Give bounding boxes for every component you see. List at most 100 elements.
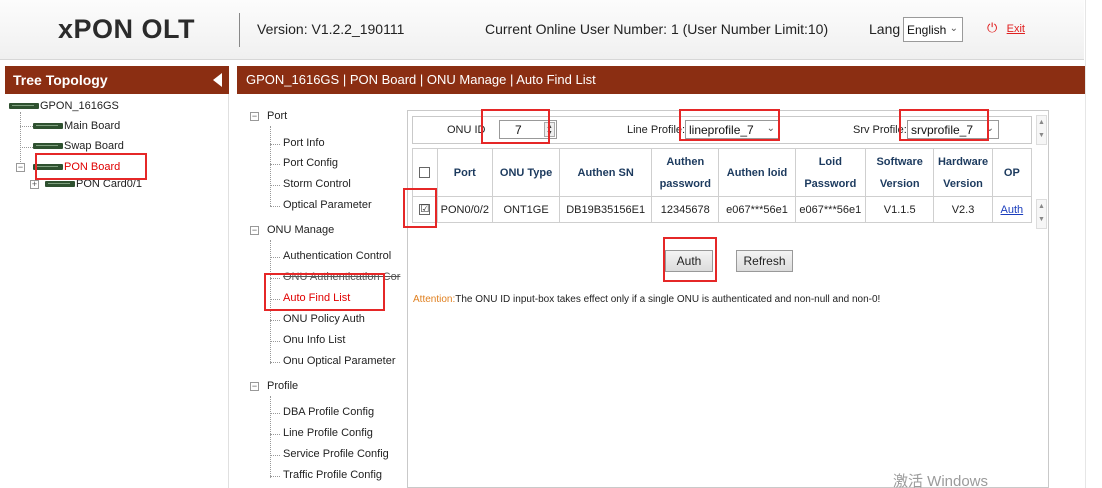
brand-title: xPON OLT xyxy=(58,14,196,44)
menu-onu-info-list[interactable]: Onu Info List xyxy=(283,334,345,346)
cell-loid-password: e067***56e1 xyxy=(794,196,867,223)
tree-node-root[interactable]: GPON_1616GS xyxy=(9,100,119,112)
breadcrumb-bar: GPON_1616GS | PON Board | ONU Manage | A… xyxy=(237,66,1085,94)
highlight-box-pon-board xyxy=(35,153,147,180)
tree-node-root-label: GPON_1616GS xyxy=(40,100,119,112)
scrollbar[interactable]: ▲ ▼ xyxy=(1036,115,1047,145)
select-all-checkbox[interactable] xyxy=(419,167,431,179)
exit-link[interactable]: ⏻ Exit xyxy=(987,20,1025,36)
collapse-toggle-icon[interactable]: − xyxy=(250,382,259,391)
attention-text: The ONU ID input-box takes effect only i… xyxy=(455,294,881,305)
col-authen-loid: Authen loid xyxy=(718,148,796,197)
tree-node-swap-board-label: Swap Board xyxy=(64,140,124,152)
card-icon xyxy=(45,181,75,188)
highlight-box-line-profile xyxy=(679,109,780,141)
tree-line xyxy=(270,341,280,342)
menu-port-config[interactable]: Port Config xyxy=(283,157,338,169)
menu-group-port[interactable]: Port xyxy=(267,110,287,122)
menu-port-info[interactable]: Port Info xyxy=(283,137,325,149)
tree-topology-bar: Tree Topology xyxy=(5,66,229,94)
col-loid-password-line1: Loid xyxy=(818,155,842,168)
col-software-version-line1: Software xyxy=(876,155,923,168)
col-authen-password-line1: Authen xyxy=(666,155,705,168)
tree-node-main-board[interactable]: Main Board xyxy=(33,120,120,132)
line-profile-label: Line Profile: xyxy=(627,124,686,136)
highlight-box-onu-id xyxy=(481,109,550,144)
col-loid-password-line2: Password xyxy=(804,177,857,190)
collapse-arrow-icon[interactable] xyxy=(213,73,222,87)
exit-label: Exit xyxy=(1006,23,1025,35)
cell-hardware-version: V2.3 xyxy=(933,196,993,223)
menu-traffic-profile-config[interactable]: Traffic Profile Config xyxy=(283,469,382,481)
attention-prefix: Attention: xyxy=(413,294,456,305)
version-text: Version: V1.2.2_190111 xyxy=(257,21,405,37)
language-select-value: English xyxy=(907,23,947,37)
online-users-text: Current Online User Number: 1 (User Numb… xyxy=(485,21,829,37)
breadcrumb: GPON_1616GS | PON Board | ONU Manage | A… xyxy=(246,72,596,87)
menu-onu-policy-auth[interactable]: ONU Policy Auth xyxy=(283,313,365,325)
col-hardware-version-line1: Hardware xyxy=(937,155,989,168)
col-port: Port xyxy=(436,148,493,197)
power-icon: ⏻ xyxy=(987,20,998,35)
tree-line xyxy=(270,126,271,206)
tree-line xyxy=(270,455,280,456)
tree-line xyxy=(270,206,280,207)
windows-activation-watermark: 激活 Windows xyxy=(893,473,989,488)
collapse-toggle-icon[interactable]: − xyxy=(250,112,259,121)
lang-label: Lang xyxy=(869,21,901,37)
auth-link[interactable]: Auth xyxy=(1001,204,1024,216)
tree-line xyxy=(270,320,280,321)
tree-line xyxy=(270,476,280,477)
col-authen-password: Authen password xyxy=(651,148,720,197)
table-row: ☑ PON0/0/2 ONT1GE DB19B35156E1 12345678 … xyxy=(412,196,1033,223)
menu-onu-optical-parameter[interactable]: Onu Optical Parameter xyxy=(283,355,396,367)
header-divider xyxy=(239,13,240,47)
cell-authen-sn: DB19B35156E1 xyxy=(559,196,653,223)
auto-find-table: Port ONU Type Authen SN Authen password A… xyxy=(412,148,1033,223)
menu-storm-control[interactable]: Storm Control xyxy=(283,178,351,190)
right-edge-strip xyxy=(1085,0,1102,488)
col-onu-type: ONU Type xyxy=(491,148,561,197)
refresh-button[interactable]: Refresh xyxy=(736,250,793,272)
tree-line xyxy=(270,164,280,165)
menu-authentication-control[interactable]: Authentication Control xyxy=(283,250,391,262)
tree-line xyxy=(270,257,280,258)
col-authen-sn: Authen SN xyxy=(559,148,653,197)
menu-group-onu-manage[interactable]: ONU Manage xyxy=(267,224,334,236)
col-op: OP xyxy=(991,148,1033,197)
tree-line xyxy=(270,413,280,414)
attention-note: Attention:The ONU ID input-box takes eff… xyxy=(413,294,880,305)
col-software-version-line2: Version xyxy=(879,177,920,190)
collapse-toggle-icon[interactable]: − xyxy=(16,163,25,172)
tree-line xyxy=(270,144,280,145)
cell-authen-loid: e067***56e1 xyxy=(718,196,796,223)
menu-service-profile-config[interactable]: Service Profile Config xyxy=(283,448,389,460)
table-header-row: Port ONU Type Authen SN Authen password A… xyxy=(412,148,1033,197)
col-hardware-version: Hardware Version xyxy=(933,148,993,197)
col-loid-password: Loid Password xyxy=(794,148,867,197)
tree-node-swap-board[interactable]: Swap Board xyxy=(33,140,124,152)
chevron-down-icon: ⌄ xyxy=(949,23,958,34)
cell-software-version: V1.1.5 xyxy=(865,196,935,223)
page: xPON OLT Version: V1.2.2_190111 Current … xyxy=(0,0,1102,488)
menu-optical-parameter[interactable]: Optical Parameter xyxy=(283,199,372,211)
board-icon xyxy=(33,143,63,150)
highlight-box-srv-profile xyxy=(899,109,989,141)
col-hardware-version-line2: Version xyxy=(943,177,983,190)
expand-toggle-icon[interactable]: + xyxy=(30,180,39,189)
menu-line-profile-config[interactable]: Line Profile Config xyxy=(283,427,373,439)
menu-group-profile[interactable]: Profile xyxy=(267,380,298,392)
col-software-version: Software Version xyxy=(865,148,935,197)
menu-dba-profile-config[interactable]: DBA Profile Config xyxy=(283,406,374,418)
scrollbar[interactable]: ▲ ▼ xyxy=(1036,199,1047,229)
highlight-box-auto-find-list xyxy=(264,273,385,311)
cell-port: PON0/0/2 xyxy=(436,196,493,223)
board-icon xyxy=(33,123,63,130)
tree-line xyxy=(270,185,280,186)
collapse-toggle-icon[interactable]: − xyxy=(250,226,259,235)
device-icon xyxy=(9,103,39,110)
language-select[interactable]: English ⌄ xyxy=(903,17,963,42)
tree-topology-title: Tree Topology xyxy=(13,72,108,88)
highlight-box-auth-button xyxy=(663,237,717,282)
onu-id-label: ONU ID xyxy=(447,124,486,136)
